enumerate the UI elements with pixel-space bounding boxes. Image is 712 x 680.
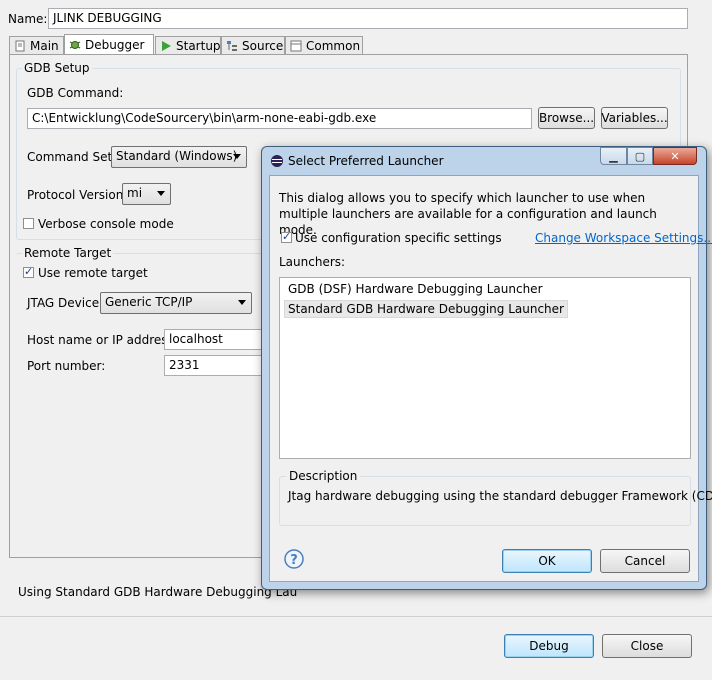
description-text: Jtag hardware debugging using the standa… <box>288 489 712 503</box>
source-icon <box>226 40 238 52</box>
tab-debugger[interactable]: Debugger <box>64 34 154 55</box>
select-launcher-dialog: Select Preferred Launcher ▁ ▢ ✕ This dia… <box>261 146 712 590</box>
host-input[interactable]: localhost <box>164 329 264 350</box>
host-label: Host name or IP address: <box>27 333 178 347</box>
tab-main[interactable]: Main <box>9 36 64 54</box>
tab-debugger-label: Debugger <box>85 38 145 52</box>
verbose-label: Verbose console mode <box>38 217 174 231</box>
variables-button[interactable]: Variables... <box>601 107 668 129</box>
protocol-version-label: Protocol Version: <box>27 188 128 202</box>
tab-startup-label: Startup <box>176 38 221 53</box>
use-config-checkbox[interactable] <box>281 230 292 243</box>
minimize-button[interactable]: ▁ <box>600 147 627 165</box>
tab-source-label: Source <box>242 38 284 53</box>
launcher-status-text: Using Standard GDB Hardware Debugging La… <box>18 585 298 599</box>
command-set-value: Standard (Windows) <box>116 149 238 163</box>
svg-text:?: ? <box>290 553 298 568</box>
command-set-select[interactable]: Standard (Windows) <box>111 146 247 168</box>
gdb-command-label: GDB Command: <box>27 86 124 100</box>
list-item-selected[interactable]: Standard GDB Hardware Debugging Launcher <box>284 300 568 318</box>
verbose-checkbox[interactable] <box>23 218 34 229</box>
name-label: Name: <box>8 12 48 26</box>
dialog-body: This dialog allows you to specify which … <box>269 175 712 582</box>
dialog-title: Select Preferred Launcher <box>288 154 444 168</box>
remote-target-title: Remote Target <box>22 246 114 260</box>
use-config-label: Use configuration specific settings <box>295 231 502 245</box>
list-item[interactable]: GDB (DSF) Hardware Debugging Launcher <box>286 281 545 297</box>
tab-startup[interactable]: Startup <box>155 36 221 54</box>
debug-button[interactable]: Debug <box>504 634 594 658</box>
change-workspace-link[interactable]: Change Workspace Settings... <box>535 231 712 245</box>
play-icon <box>160 40 172 52</box>
launchers-list[interactable]: GDB (DSF) Hardware Debugging Launcher St… <box>279 277 691 459</box>
command-set-label: Command Set: <box>27 150 117 164</box>
eclipse-icon <box>270 154 284 171</box>
help-icon[interactable]: ? <box>284 549 304 572</box>
browse-button[interactable]: Browse... <box>538 107 595 129</box>
launchers-label: Launchers: <box>279 255 346 269</box>
jtag-device-value: Generic TCP/IP <box>105 295 193 309</box>
use-remote-label: Use remote target <box>38 266 148 280</box>
common-icon <box>290 40 302 52</box>
description-title: Description <box>286 469 361 483</box>
gdb-setup-title: GDB Setup <box>22 61 92 75</box>
chevron-down-icon <box>157 191 165 196</box>
protocol-version-select[interactable]: mi <box>122 183 171 205</box>
separator <box>0 616 712 617</box>
jtag-device-label: JTAG Device: <box>27 296 104 310</box>
cancel-button[interactable]: Cancel <box>600 549 690 573</box>
chevron-down-icon <box>233 154 241 159</box>
close-icon: ✕ <box>670 149 680 163</box>
protocol-version-value: mi <box>127 186 143 200</box>
use-remote-checkbox[interactable] <box>23 265 34 278</box>
tab-common[interactable]: Common <box>285 36 363 54</box>
maximize-icon: ▢ <box>634 149 646 163</box>
tab-common-label: Common <box>306 38 361 53</box>
gdb-command-input[interactable]: C:\Entwicklung\CodeSourcery\bin\arm-none… <box>27 108 532 129</box>
tab-source[interactable]: Source <box>221 36 285 54</box>
minimize-icon: ▁ <box>609 149 618 163</box>
ok-button[interactable]: OK <box>502 549 592 573</box>
port-input[interactable]: 2331 <box>164 355 264 376</box>
maximize-button[interactable]: ▢ <box>627 147 653 165</box>
chevron-down-icon <box>238 300 246 305</box>
name-input[interactable]: JLINK DEBUGGING <box>48 8 688 29</box>
close-window-button[interactable]: ✕ <box>653 147 697 165</box>
document-icon <box>14 40 26 52</box>
tab-main-label: Main <box>30 38 59 53</box>
port-label: Port number: <box>27 359 106 373</box>
jtag-device-select[interactable]: Generic TCP/IP <box>100 292 252 314</box>
bug-icon <box>69 39 81 51</box>
close-button[interactable]: Close <box>602 634 692 658</box>
